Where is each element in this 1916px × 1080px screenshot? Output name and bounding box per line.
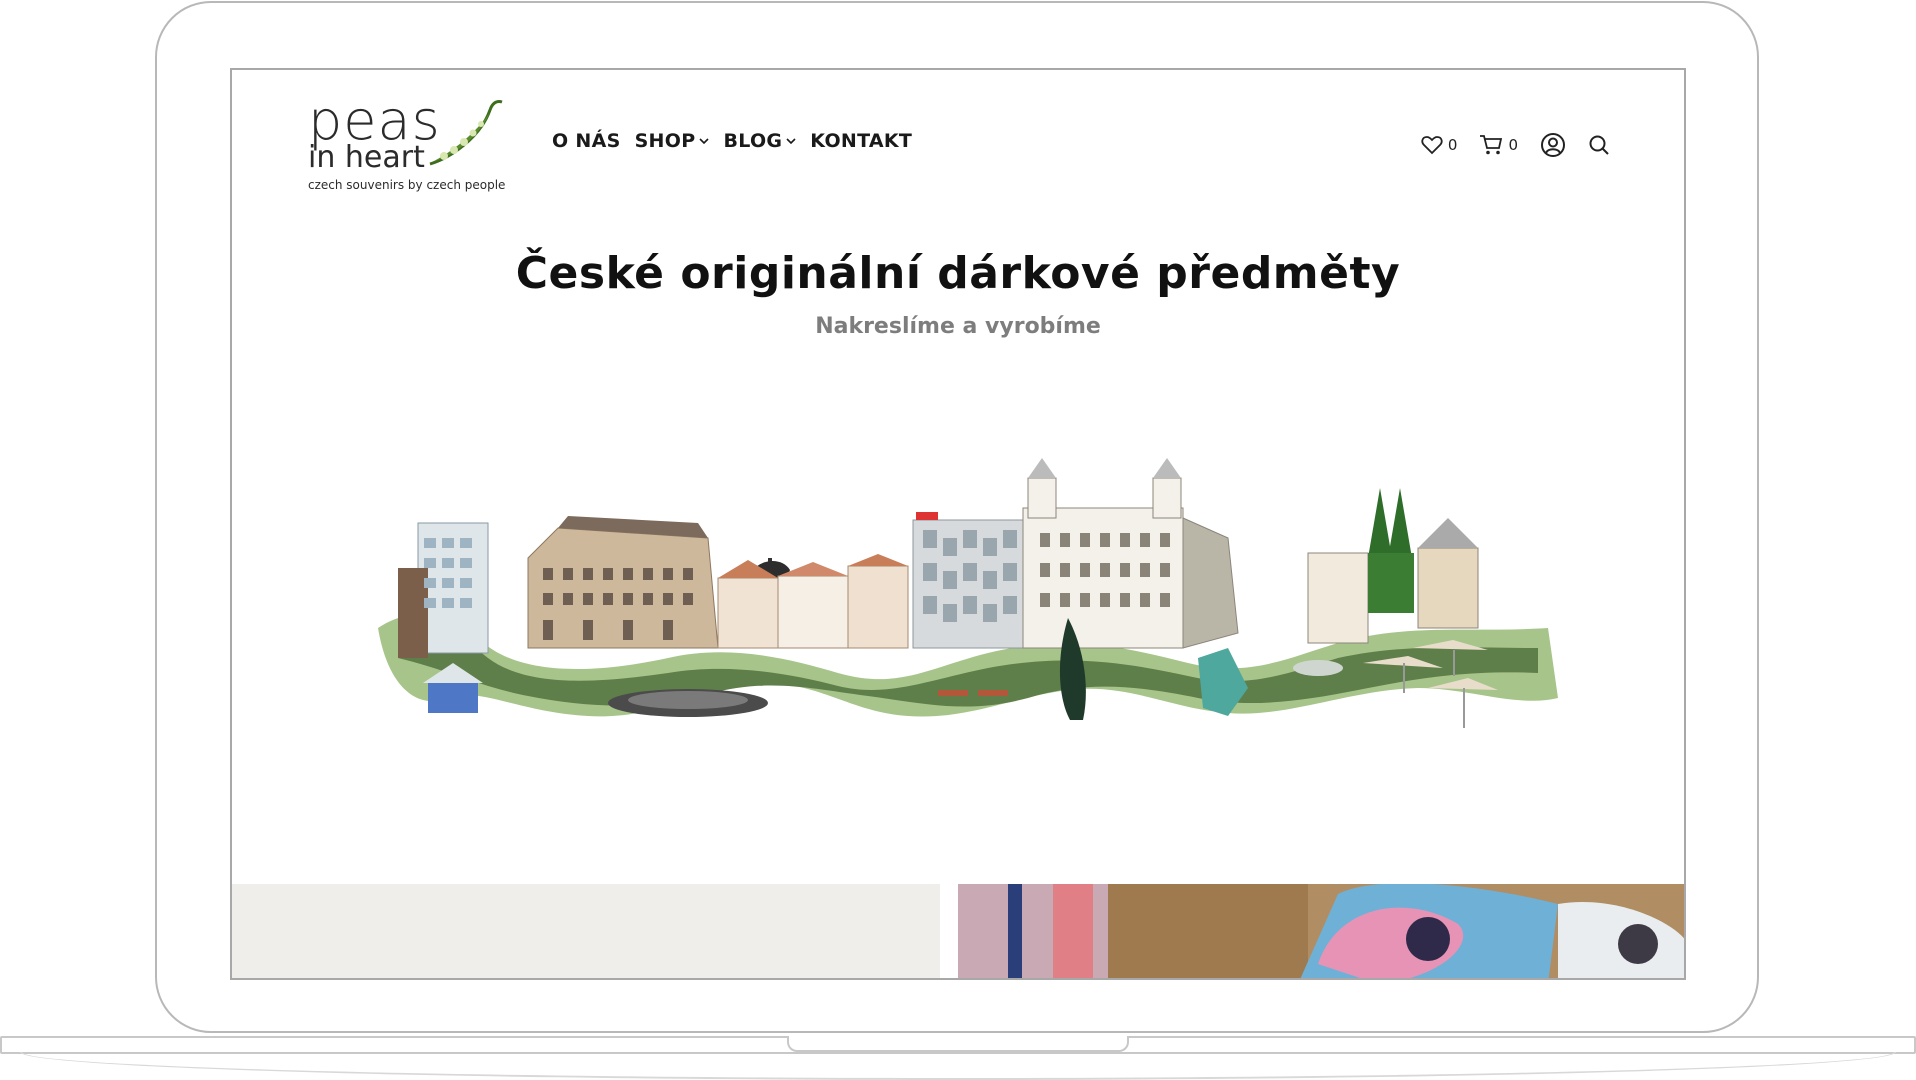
heart-icon	[1421, 136, 1443, 155]
nav-item-kontakt[interactable]: KONTAKT	[810, 130, 912, 152]
cart-count: 0	[1508, 136, 1518, 154]
main-nav: O NÁS SHOP BLOG KONTAKT	[552, 130, 926, 152]
laptop-notch	[787, 1036, 1129, 1052]
header-tools: 0 0	[1399, 132, 1610, 158]
wishlist-count: 0	[1447, 136, 1458, 154]
city-illustration	[378, 458, 1558, 728]
logo-word-in-heart: in heart	[308, 140, 425, 175]
search-button[interactable]	[1588, 134, 1610, 156]
account-icon	[1541, 133, 1565, 157]
hero-title: České originální dárkové předměty	[515, 248, 1401, 299]
nav-item-shop[interactable]: SHOP	[635, 130, 710, 152]
nav-label: SHOP	[634, 130, 696, 152]
cart-button[interactable]: 0	[1479, 134, 1518, 156]
logo-tagline: czech souvenirs by czech people	[308, 178, 506, 192]
promo-panel-left[interactable]	[232, 884, 940, 978]
nav-label: BLOG	[723, 130, 783, 152]
chevron-down-icon	[699, 138, 710, 145]
laptop-bottom	[20, 1052, 1896, 1080]
account-button[interactable]	[1540, 132, 1566, 158]
site-logo[interactable]: peas in heart czech souvenirs by czech p…	[308, 94, 508, 194]
search-icon	[1589, 135, 1609, 155]
chevron-down-icon	[786, 138, 796, 145]
product-photo	[958, 884, 1684, 978]
nav-item-o-nas[interactable]: O NÁS	[552, 130, 621, 152]
promo-panel-right[interactable]	[958, 884, 1684, 978]
nav-label: KONTAKT	[810, 130, 913, 152]
hero-subtitle: Nakreslíme a vyrobíme	[815, 314, 1101, 339]
nav-label: O NÁS	[552, 130, 621, 152]
nav-item-blog[interactable]: BLOG	[723, 130, 796, 152]
pea-pod-icon	[429, 100, 503, 166]
wishlist-button[interactable]: 0	[1421, 135, 1458, 155]
cart-icon	[1480, 135, 1503, 155]
browser-screen: peas in heart czech souvenirs by czech p…	[230, 68, 1686, 980]
